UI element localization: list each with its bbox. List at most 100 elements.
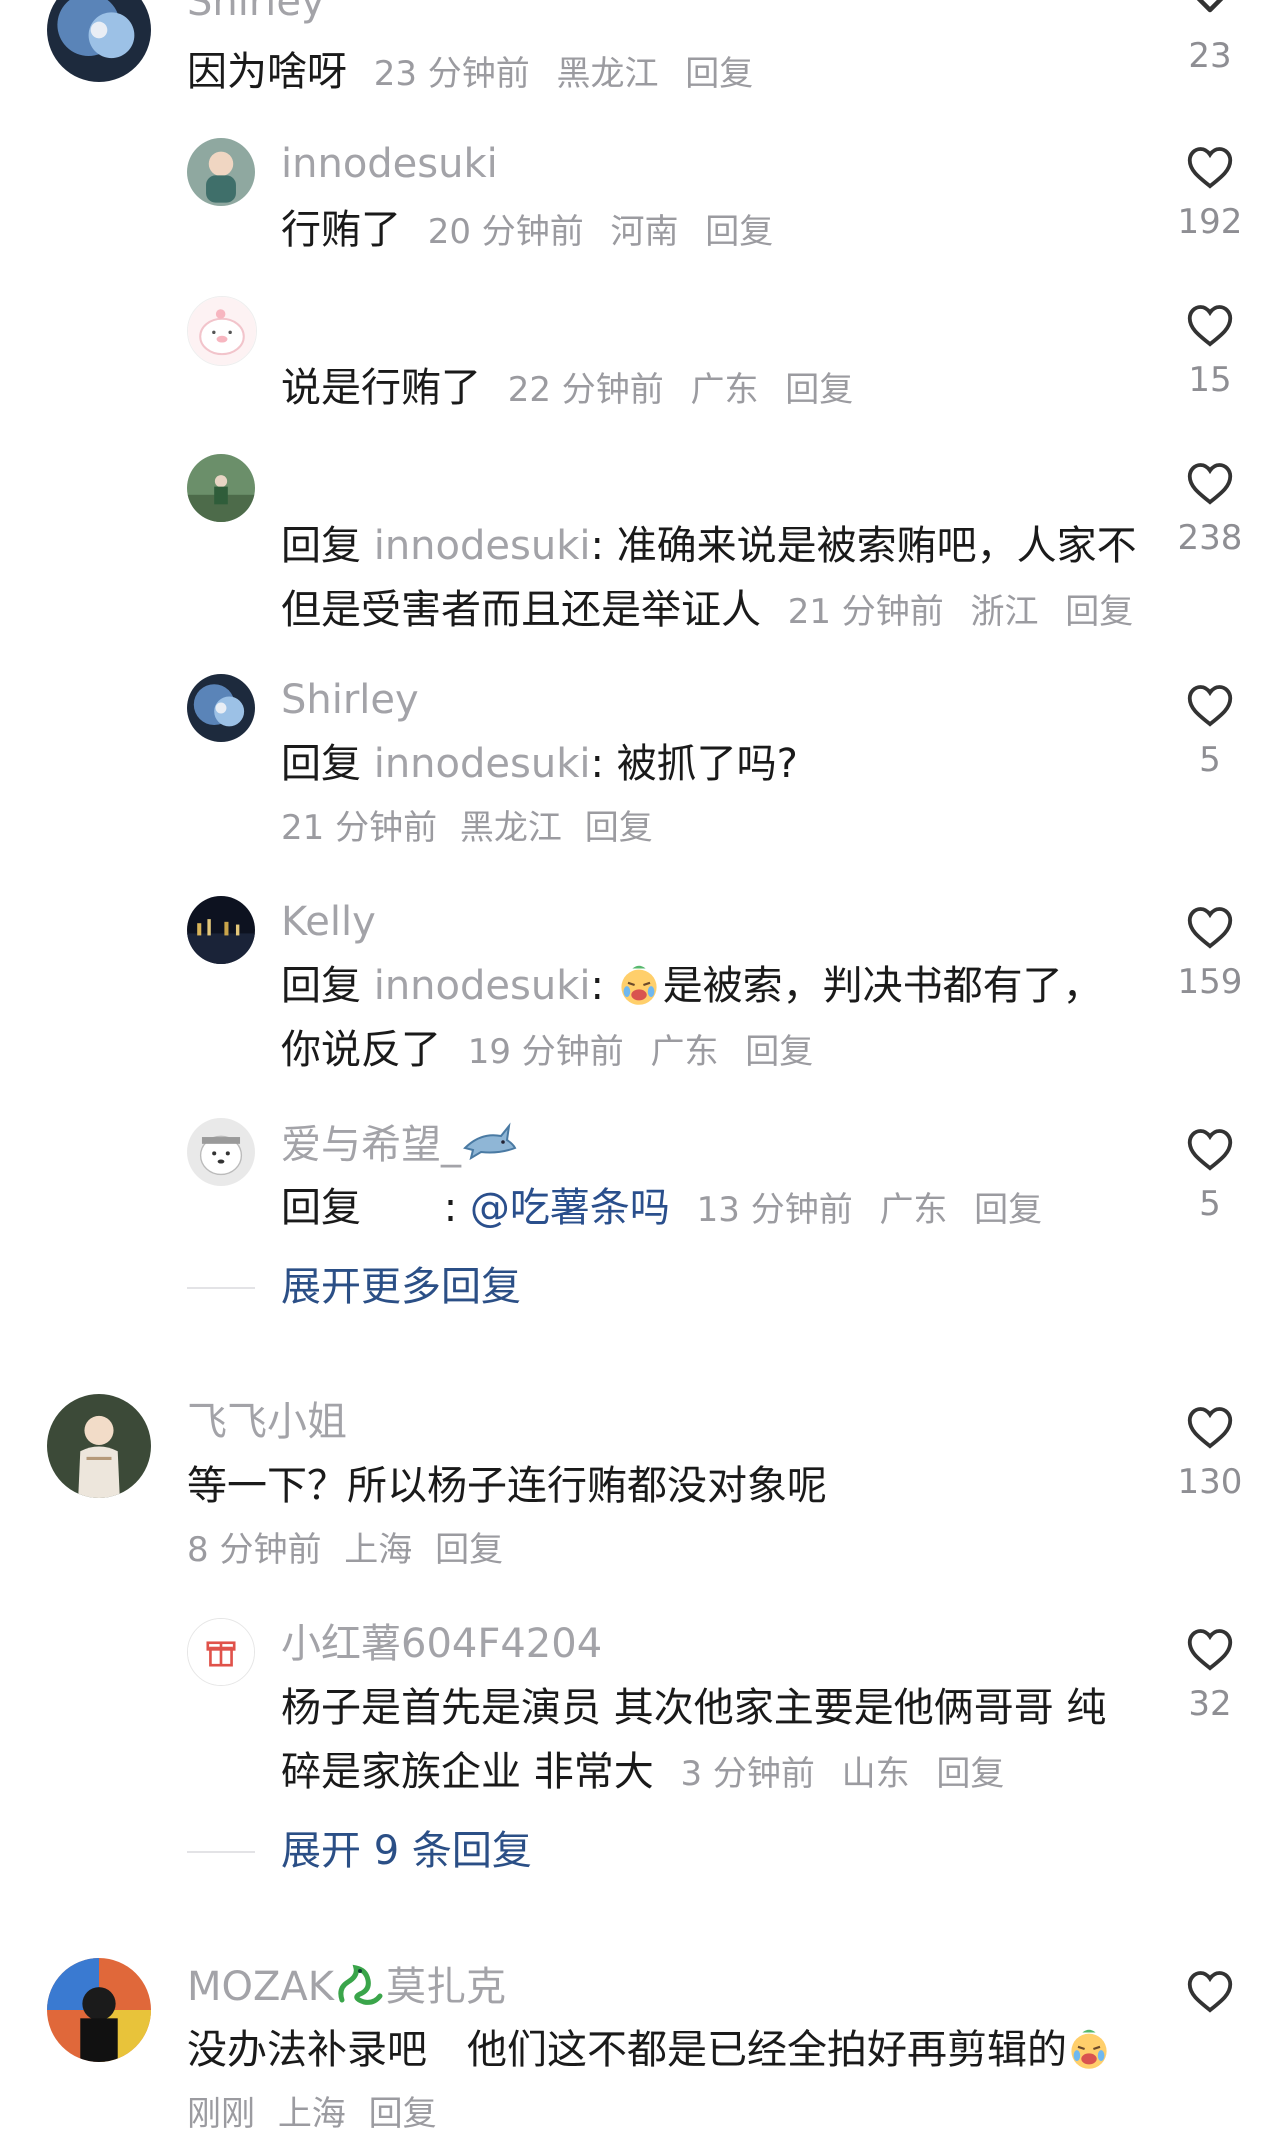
like-count: 15: [1188, 360, 1232, 400]
avatar[interactable]: [47, 0, 151, 82]
avatar[interactable]: [187, 1118, 255, 1186]
comment-body: 回复 innodesuki: 准确来说是被索贿吧，人家不 但是受害者而且还是举证…: [281, 523, 1137, 633]
shark-icon: [461, 1118, 517, 1166]
like-button[interactable]: 5: [1150, 678, 1270, 782]
comment-text-line1: 是被索，判决书都有了，: [662, 963, 1103, 1009]
reply-link[interactable]: 回复: [435, 1530, 503, 1570]
location: 黑龙江: [556, 54, 659, 94]
reply-item: Kelly 回复 innodesuki: 是被索，判决书都有了， 你说反了 19…: [0, 890, 1280, 1090]
reply-item: innodesuki 行贿了 20 分钟前 河南 回复 192: [0, 130, 1280, 270]
expand-9-replies-button[interactable]: 展开 9 条回复: [281, 1821, 532, 1881]
comment-meta: 刚刚 上海 回复: [187, 2088, 437, 2140]
at-user-link[interactable]: @吃薯条吗: [470, 1185, 670, 1231]
reply-link[interactable]: 回复: [1065, 592, 1133, 632]
reply-link[interactable]: 回复: [369, 2094, 437, 2134]
reply-link[interactable]: 回复: [974, 1190, 1042, 1230]
comment-body: 杨子是首先是演员 其次他家主要是他俩哥哥 纯 碎是家族企业 非常大 3 分钟前 …: [281, 1676, 1141, 1806]
avatar[interactable]: [187, 454, 255, 522]
crying-emoji-icon: [1067, 2026, 1111, 2070]
crying-emoji-icon: [617, 962, 661, 1006]
heart-icon: [1187, 1971, 1233, 2013]
reply-item: 小红薯604F4204 杨子是首先是演员 其次他家主要是他俩哥哥 纯 碎是家族企…: [0, 1612, 1280, 1812]
username[interactable]: MOZAK 莫扎克: [187, 1960, 506, 2013]
reply-link[interactable]: 回复: [685, 54, 753, 94]
dragon-icon: [334, 1960, 386, 2008]
like-count: 159: [1177, 962, 1243, 1002]
reply-item: Shirley 回复 innodesuki: 被抓了吗? 21 分钟前 黑龙江 …: [0, 668, 1280, 858]
comment-text-line1: 杨子是首先是演员 其次他家主要是他俩哥哥 纯: [281, 1685, 1107, 1731]
like-button[interactable]: 159: [1150, 900, 1270, 1004]
reply-link[interactable]: 回复: [705, 212, 773, 252]
like-button[interactable]: 5: [1150, 1122, 1270, 1226]
like-button[interactable]: 238: [1150, 456, 1270, 560]
avatar[interactable]: [47, 1958, 151, 2062]
reply-link[interactable]: 回复: [936, 1754, 1004, 1794]
username[interactable]: innodesuki: [281, 138, 498, 190]
heart-icon: [1187, 1629, 1233, 1671]
mention-username[interactable]: innodesuki: [374, 741, 591, 787]
reply-link[interactable]: 回复: [745, 1032, 813, 1072]
username[interactable]: Shirley: [281, 674, 419, 726]
timestamp: 刚刚: [187, 2094, 255, 2134]
like-count: 192: [1177, 202, 1243, 242]
timestamp: 20 分钟前: [427, 212, 584, 252]
reply-prefix: 回复: [281, 741, 361, 787]
heart-icon: [1187, 305, 1233, 347]
timestamp: 19 分钟前: [467, 1032, 624, 1072]
avatar[interactable]: [47, 1394, 151, 1498]
timestamp: 13 分钟前: [696, 1190, 853, 1230]
reply-item: 回复 innodesuki: 准确来说是被索贿吧，人家不 但是受害者而且还是举证…: [0, 446, 1280, 646]
comment-text-line1: 准确来说是被索贿吧，人家不: [616, 523, 1137, 569]
heart-icon: [1187, 907, 1233, 949]
like-count: 5: [1199, 1184, 1221, 1224]
reply-link[interactable]: 回复: [585, 808, 653, 848]
comment-body: 没办法补录吧 他们这不都是已经全拍好再剪辑的: [187, 2018, 1113, 2082]
like-count: 5: [1199, 740, 1221, 780]
timestamp: 8 分钟前: [187, 1530, 322, 1570]
like-button[interactable]: 130: [1150, 1400, 1270, 1504]
comment-text-line2: 但是受害者而且还是举证人: [281, 587, 761, 633]
avatar[interactable]: [187, 296, 257, 366]
location: 浙江: [970, 592, 1039, 632]
timestamp: 21 分钟前: [787, 592, 944, 632]
like-button[interactable]: 23: [1150, 0, 1270, 78]
mention-username[interactable]: innodesuki: [374, 963, 591, 1009]
comment-body: 等一下？所以杨子连行贿都没对象呢: [187, 1454, 827, 1518]
username[interactable]: Kelly: [281, 896, 376, 948]
username[interactable]: 小红薯604F4204: [281, 1618, 602, 1670]
avatar[interactable]: [187, 1618, 255, 1686]
avatar[interactable]: [187, 896, 255, 964]
comment-text: 没办法补录吧 他们这不都是已经全拍好再剪辑的: [187, 2027, 1067, 2073]
like-button[interactable]: 15: [1150, 298, 1270, 402]
comment-item: Shirley 因为啥呀 23 分钟前 黑龙江 回复 23: [0, 0, 1280, 110]
heart-icon: [1187, 1129, 1233, 1171]
username[interactable]: 飞飞小姐: [187, 1396, 347, 1448]
comment-text: 被抓了吗?: [616, 741, 798, 787]
divider: [187, 1287, 255, 1289]
comment-text-line2: 你说反了: [281, 1027, 441, 1073]
avatar[interactable]: [187, 138, 255, 206]
like-button[interactable]: 32: [1150, 1622, 1270, 1726]
comment-text-line2: 碎是家族企业 非常大: [281, 1749, 654, 1795]
timestamp: 3 分钟前: [680, 1754, 815, 1794]
comment-body: 行贿了 20 分钟前 河南 回复: [281, 198, 773, 264]
avatar[interactable]: [187, 674, 255, 742]
username[interactable]: Shirley: [187, 0, 325, 28]
comment-text: 等一下？所以杨子连行贿都没对象呢: [187, 1463, 827, 1509]
username[interactable]: 爱与希望_: [281, 1118, 517, 1171]
username-suffix: 莫扎克: [386, 1964, 506, 2010]
like-count: 238: [1177, 518, 1243, 558]
location: 山东: [841, 1754, 910, 1794]
reply-link[interactable]: 回复: [785, 370, 853, 410]
mention-username[interactable]: innodesuki: [374, 523, 591, 569]
like-button[interactable]: 192: [1150, 140, 1270, 244]
comment-text: 说是行贿了: [281, 365, 481, 411]
comment-body: 回复 innodesuki: 被抓了吗?: [281, 741, 798, 787]
expand-more-replies-button[interactable]: 展开更多回复: [281, 1257, 521, 1317]
heart-icon: [1187, 1407, 1233, 1449]
comment-body: 因为啥呀 23 分钟前 黑龙江 回复: [187, 40, 753, 106]
like-button[interactable]: [1150, 1964, 1270, 2018]
expand-label: 展开更多回复: [281, 1264, 521, 1310]
like-count: 23: [1188, 36, 1232, 76]
divider: [187, 1851, 255, 1853]
